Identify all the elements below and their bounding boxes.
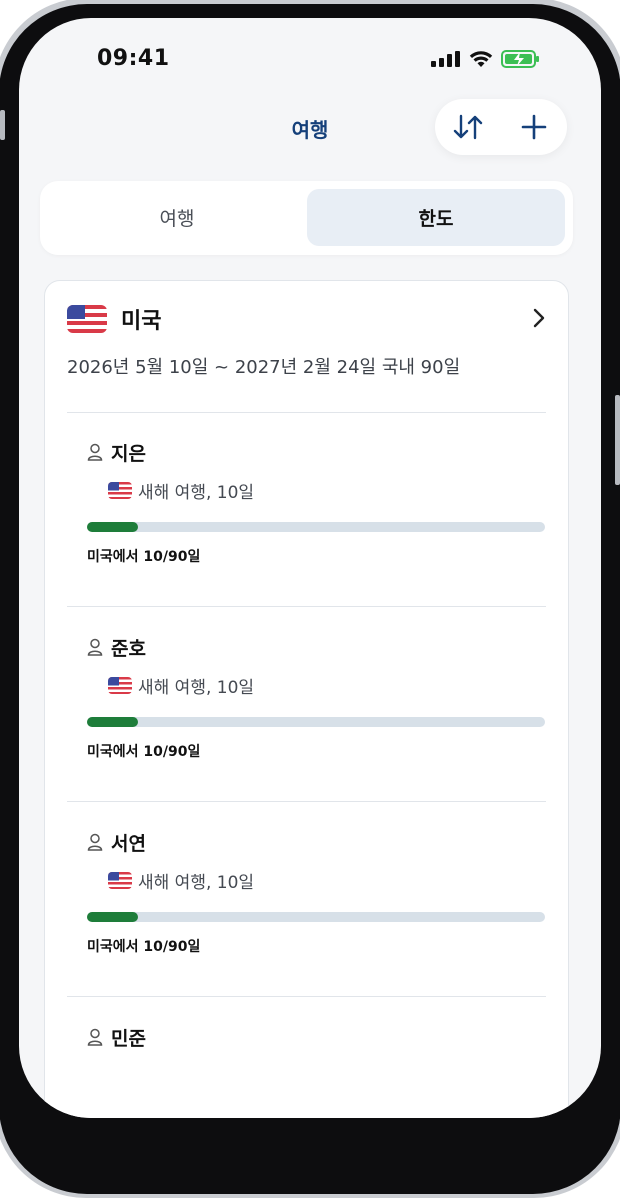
traveler-item[interactable]: 지은 새해 여행, 10일 미국에서 10/90일 <box>87 438 546 608</box>
trip-label: 새해 여행, 10일 <box>138 872 255 893</box>
progress-bar <box>87 522 545 532</box>
us-flag-icon <box>108 676 132 694</box>
divider <box>67 801 546 802</box>
plus-icon <box>521 114 547 140</box>
wifi-icon <box>469 51 493 67</box>
nav-actions <box>435 99 567 155</box>
person-icon <box>87 443 103 461</box>
segmented-control: 여행 한도 <box>40 181 573 255</box>
app-screen: 09:41 여행 여행 한도 미국 2026년 5월 10일 ~ 2027년 2… <box>19 18 601 1118</box>
us-flag-icon <box>108 481 132 499</box>
us-flag-icon <box>67 305 107 333</box>
status-time: 09:41 <box>97 46 170 71</box>
tab-trips[interactable]: 여행 <box>48 189 306 246</box>
battery-charging-icon <box>501 50 539 68</box>
traveler-name: 민준 <box>111 1027 146 1050</box>
country-name: 미국 <box>121 309 162 334</box>
date-range: 2026년 5월 10일 ~ 2027년 2월 24일 국내 90일 <box>67 357 461 378</box>
person-icon <box>87 1028 103 1046</box>
country-card: 미국 2026년 5월 10일 ~ 2027년 2월 24일 국내 90일 지은 <box>44 280 569 1118</box>
add-button[interactable] <box>512 105 556 149</box>
traveler-item[interactable]: 서연 새해 여행, 10일 미국에서 10/90일 <box>87 828 546 998</box>
tab-limits[interactable]: 한도 <box>307 189 565 246</box>
progress-fill <box>87 522 138 532</box>
divider <box>67 412 546 413</box>
trip-label: 새해 여행, 10일 <box>138 677 255 698</box>
status-icons <box>431 50 541 68</box>
sort-arrows-icon <box>453 114 483 140</box>
usage-text: 미국에서 10/90일 <box>87 744 201 760</box>
divider <box>67 996 546 997</box>
us-flag-icon <box>108 871 132 889</box>
trip-label: 새해 여행, 10일 <box>138 482 255 503</box>
divider <box>67 606 546 607</box>
side-button <box>615 395 620 485</box>
traveler-name: 준호 <box>111 637 146 660</box>
side-button <box>0 110 5 140</box>
person-icon <box>87 833 103 851</box>
chevron-right-icon[interactable] <box>532 307 546 329</box>
progress-fill <box>87 912 138 922</box>
usage-text: 미국에서 10/90일 <box>87 549 201 565</box>
progress-bar <box>87 717 545 727</box>
sort-button[interactable] <box>446 105 490 149</box>
traveler-name: 지은 <box>111 442 146 465</box>
person-icon <box>87 638 103 656</box>
traveler-name: 서연 <box>111 832 146 855</box>
traveler-item[interactable]: 준호 새해 여행, 10일 미국에서 10/90일 <box>87 633 546 803</box>
progress-bar <box>87 912 545 922</box>
signal-icon <box>431 51 460 67</box>
progress-fill <box>87 717 138 727</box>
country-header[interactable]: 미국 <box>67 301 546 337</box>
traveler-item[interactable]: 민준 <box>87 1023 546 1118</box>
usage-text: 미국에서 10/90일 <box>87 939 201 955</box>
